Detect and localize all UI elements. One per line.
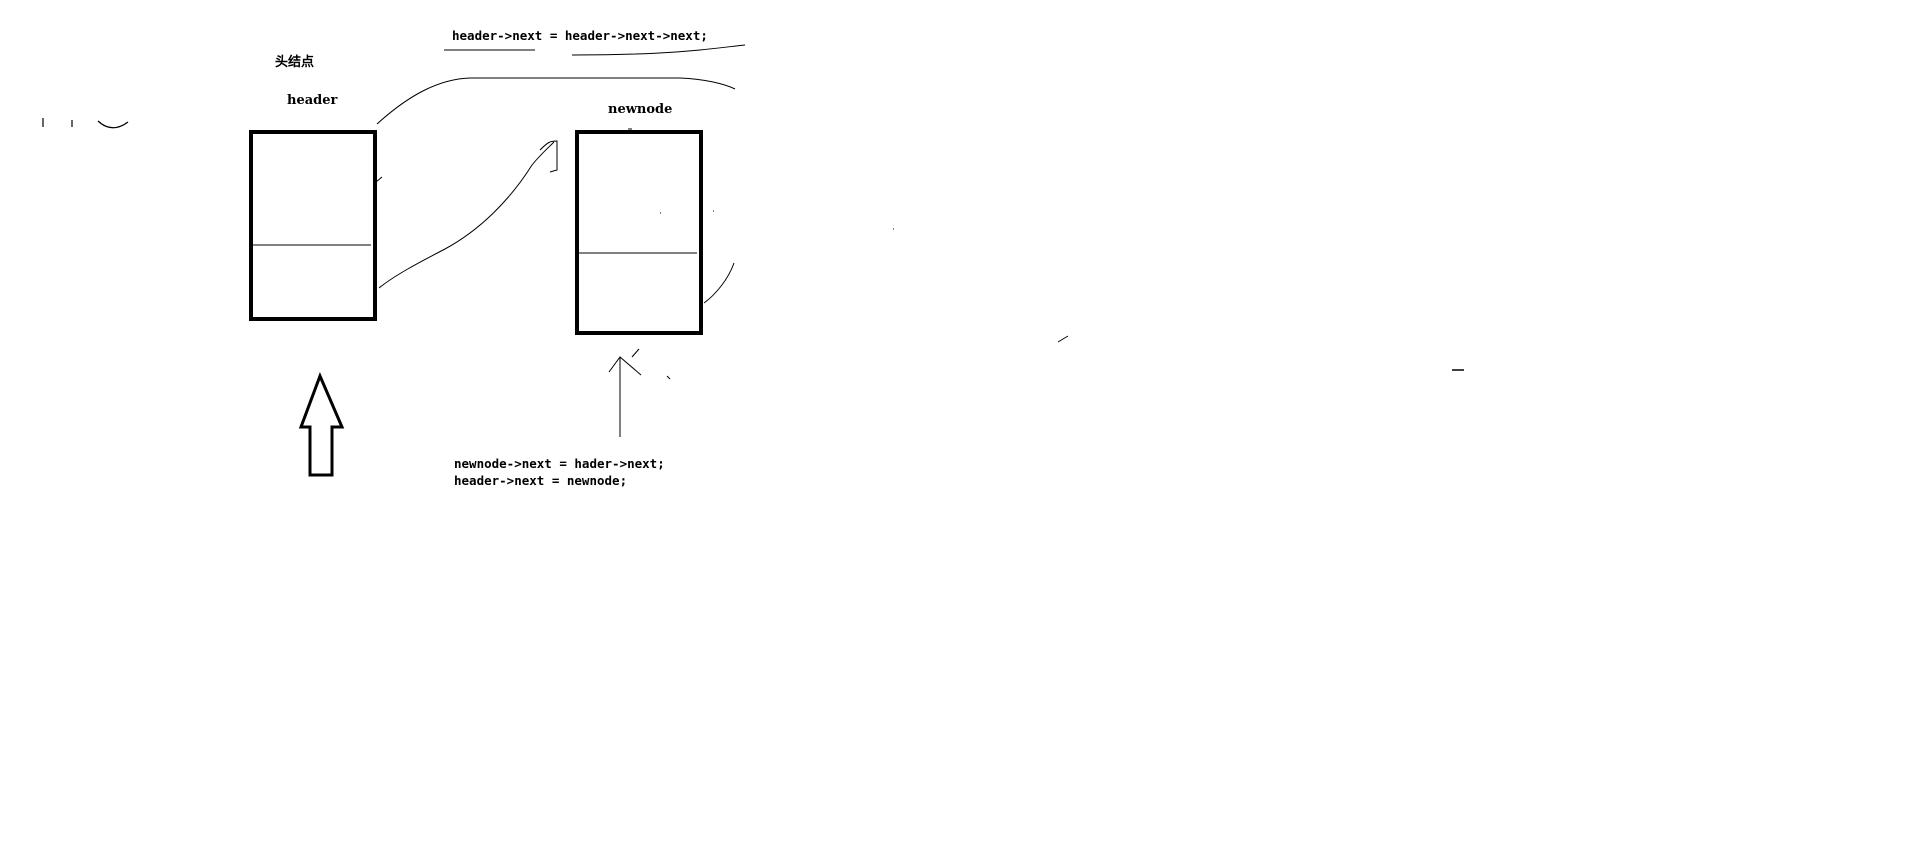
head-node-label: 头结点 xyxy=(275,55,315,70)
stray-marks xyxy=(660,210,1464,380)
diagram-canvas xyxy=(42,44,1464,477)
top-code-line: header->next = header->next->next; xyxy=(452,28,708,43)
header-to-newnode-curve xyxy=(378,141,555,289)
newnode-node xyxy=(575,130,703,335)
newnode-next-curve xyxy=(703,262,735,304)
header-label: header xyxy=(287,93,338,108)
newnode-pointer-arrow xyxy=(608,348,642,437)
stray-marks-left xyxy=(42,118,129,129)
newnode-node-box xyxy=(575,130,703,335)
header-to-newnode-arrowhead xyxy=(539,140,558,173)
header-node xyxy=(249,130,377,321)
header-bypass-curve xyxy=(376,77,736,125)
header-node-box xyxy=(249,130,377,321)
top-code-underlines xyxy=(444,44,746,56)
bottom-code-line-1: newnode->next = hader->next; xyxy=(454,456,665,471)
header-pointer-arrow-icon xyxy=(298,371,345,477)
newnode-label: newnode xyxy=(608,102,673,117)
bottom-code-line-2: header->next = newnode; xyxy=(454,473,628,488)
